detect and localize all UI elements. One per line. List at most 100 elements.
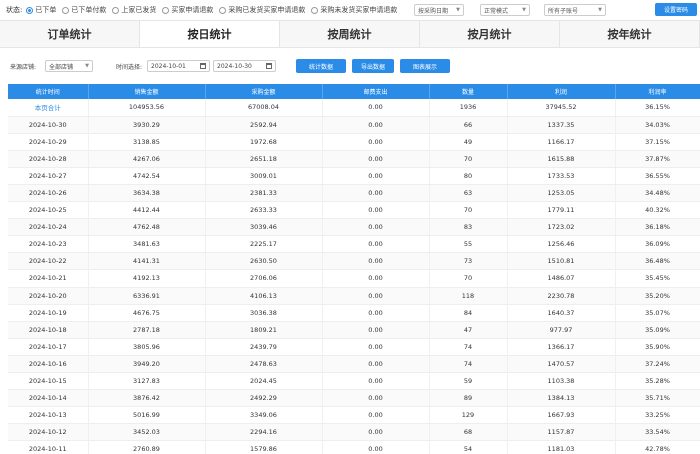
- table-cell: 1972.68: [205, 133, 323, 151]
- account-select[interactable]: 所有子账号 ▼: [544, 4, 606, 16]
- table-cell: 2024-10-17: [8, 338, 89, 356]
- table-row: 2024-10-18 2787.18 1809.21 0.00 47 977.97 35.0…: [8, 321, 700, 339]
- settings-button[interactable]: 设置密码: [655, 3, 697, 16]
- radio-icon[interactable]: [311, 6, 319, 14]
- table-cell: 3036.38: [205, 304, 323, 322]
- table-cell: 3805.96: [88, 338, 206, 356]
- table-cell: 2024-10-23: [8, 235, 89, 254]
- chart-button[interactable]: 图表展示: [400, 59, 450, 73]
- table-cell: 70: [429, 150, 508, 168]
- table-row: 2024-10-16 3949.20 2478.63 0.00 74 1470.57 37.…: [8, 355, 700, 374]
- status-option[interactable]: 买家申请退款: [162, 5, 213, 15]
- table-cell: 0.00: [322, 372, 430, 391]
- stats-tabs: 订单统计 按日统计 按周统计 按月统计 按年统计: [0, 20, 700, 48]
- table-cell: 977.97: [507, 321, 616, 339]
- table-cell: 35.07%: [615, 304, 700, 322]
- table-cell: 129: [429, 406, 508, 425]
- table-cell: 55: [429, 235, 508, 254]
- table-cell: 2024-10-12: [8, 423, 89, 442]
- tab-item[interactable]: 按周统计: [280, 21, 420, 47]
- column-header[interactable]: 数量: [429, 84, 508, 99]
- table-cell: 4676.75: [88, 304, 206, 322]
- column-header[interactable]: 销售金额: [88, 84, 206, 99]
- table-cell: 0.00: [322, 150, 430, 168]
- table-cell: 0.00: [322, 321, 430, 339]
- radio-icon[interactable]: [62, 6, 70, 14]
- table-cell: 33.54%: [615, 423, 700, 442]
- status-option[interactable]: 采购未发货买家申请退款: [311, 5, 397, 15]
- table-cell: 2024-10-13: [8, 406, 89, 425]
- table-cell: 35.45%: [615, 269, 700, 288]
- column-header[interactable]: 利润率: [615, 84, 700, 99]
- table-cell: 1256.46: [507, 235, 616, 254]
- status-option-label: 上家已发货: [121, 6, 157, 14]
- radio-icon[interactable]: [26, 6, 34, 14]
- table-cell: 34.48%: [615, 184, 700, 203]
- date-start-input[interactable]: 2024-10-01: [147, 60, 210, 72]
- date-start-value: 2024-10-01: [151, 62, 186, 70]
- table-cell: 1166.17: [507, 133, 616, 151]
- table-row: 2024-10-26 3634.38 2381.33 0.00 63 1253.05 34.…: [8, 184, 700, 203]
- tab-item[interactable]: 按年统计: [560, 21, 700, 47]
- table-cell: 35.20%: [615, 287, 700, 305]
- table-cell: 1103.38: [507, 372, 616, 391]
- table-cell: 4106.13: [205, 287, 323, 305]
- table-cell: 35.90%: [615, 338, 700, 356]
- table-cell: 0.00: [322, 99, 430, 117]
- table-cell: 3634.38: [88, 184, 206, 203]
- table-row: 2024-10-25 4412.44 2633.33 0.00 70 1779.11 40.…: [8, 201, 700, 220]
- export-button[interactable]: 导出数据: [352, 59, 394, 73]
- table-cell: 2381.33: [205, 184, 323, 203]
- table-cell: 83: [429, 218, 508, 237]
- radio-icon[interactable]: [162, 6, 170, 14]
- tab-item[interactable]: 按月统计: [420, 21, 560, 47]
- table-cell: 36.55%: [615, 167, 700, 185]
- status-option[interactable]: 采购已发货买家申请退款: [219, 5, 305, 15]
- table-cell: 34.03%: [615, 116, 700, 134]
- table-cell: 3949.20: [88, 355, 206, 374]
- status-option[interactable]: 上家已发货: [112, 5, 156, 15]
- radio-icon[interactable]: [112, 6, 120, 14]
- table-cell: 0.00: [322, 423, 430, 442]
- table-cell: 2024-10-19: [8, 304, 89, 322]
- table-cell: 2787.18: [88, 321, 206, 339]
- table-cell: 59: [429, 372, 508, 391]
- column-header[interactable]: 利润: [507, 84, 616, 99]
- table-cell: 36.09%: [615, 235, 700, 254]
- table-cell: 36.48%: [615, 252, 700, 271]
- table-cell: 2024.45: [205, 372, 323, 391]
- tab-item[interactable]: 按日统计: [140, 21, 280, 47]
- column-header[interactable]: 邮费支出: [322, 84, 430, 99]
- table-cell: 118: [429, 287, 508, 305]
- column-header[interactable]: 采购金额: [205, 84, 323, 99]
- stats-table: 统计时间 销售金额 采购金额 邮费支出 数量 利润 利润率 本页合计 104953.56 670…: [8, 84, 700, 454]
- table-cell: 2024-10-15: [8, 372, 89, 391]
- table-cell: 1510.81: [507, 252, 616, 271]
- mode-select[interactable]: 正常模式 ▼: [480, 4, 530, 16]
- table-cell: 2592.94: [205, 116, 323, 134]
- shop-select-value: 全部店铺: [49, 63, 74, 71]
- table-cell: 68: [429, 423, 508, 442]
- status-option-label: 已下单: [35, 6, 57, 14]
- shop-select[interactable]: 全部店铺 ▼: [45, 60, 93, 72]
- tab-item[interactable]: 订单统计: [0, 21, 140, 47]
- table-cell: 2024-10-27: [8, 167, 89, 185]
- date-end-input[interactable]: 2024-10-30: [213, 60, 276, 72]
- status-option[interactable]: 已下单付款: [62, 5, 106, 15]
- column-header[interactable]: 统计时间: [8, 84, 89, 99]
- table-cell: 35.71%: [615, 389, 700, 408]
- table-cell: 2294.16: [205, 423, 323, 442]
- table-cell: 89: [429, 389, 508, 408]
- table-cell: 2024-10-26: [8, 184, 89, 203]
- radio-icon[interactable]: [219, 6, 227, 14]
- table-cell: 4192.13: [88, 269, 206, 288]
- table-cell: 40.32%: [615, 201, 700, 220]
- status-option[interactable]: 已下单: [26, 5, 56, 15]
- table-cell: 1366.17: [507, 338, 616, 356]
- table-row: 2024-10-19 4676.75 3036.38 0.00 84 1640.37 35.…: [8, 304, 700, 322]
- date-type-select[interactable]: 按采购日期 ▼: [414, 4, 464, 16]
- stats-button[interactable]: 统计数据: [296, 59, 346, 73]
- table-cell: 80: [429, 167, 508, 185]
- table-cell: 0.00: [322, 218, 430, 237]
- table-cell: 2024-10-11: [8, 440, 89, 454]
